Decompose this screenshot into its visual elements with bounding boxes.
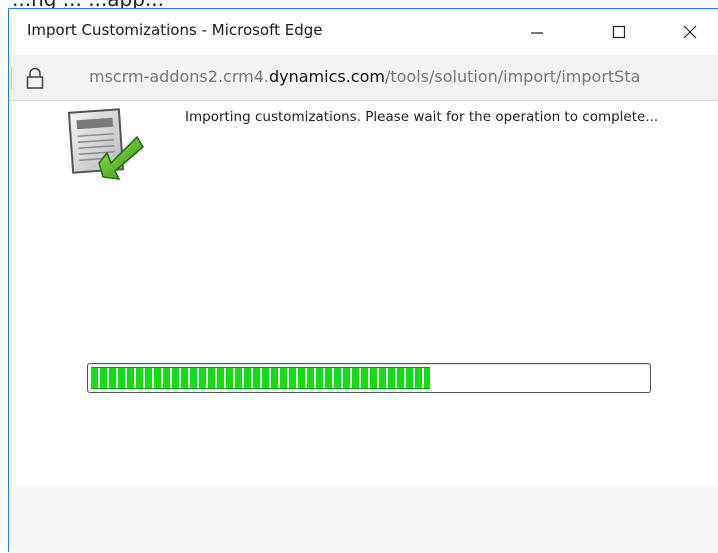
close-icon [683,25,697,39]
close-button[interactable] [667,9,713,55]
dialog-footer [9,487,718,553]
url-text[interactable]: mscrm-addons2.crm4.dynamics.com/tools/so… [89,67,640,86]
import-progress-bar [87,363,651,393]
maximize-button[interactable] [596,9,642,55]
title-bar[interactable]: Import Customizations - Microsoft Edge [9,9,718,55]
page-content: Importing customizations. Please wait fo… [9,101,718,487]
lock-icon[interactable] [25,67,45,89]
maximize-icon [612,25,626,39]
url-path: /tools/solution/import/importSta [384,67,641,86]
minimize-button[interactable] [514,9,560,55]
window-title: Import Customizations - Microsoft Edge [27,21,323,39]
minimize-icon [531,32,543,34]
progress-fill [91,367,430,389]
address-bar[interactable]: mscrm-addons2.crm4.dynamics.com/tools/so… [9,55,718,101]
edge-popup-window: Import Customizations - Microsoft Edge m… [8,8,718,553]
url-host: dynamics.com [268,67,385,86]
import-document-icon [67,108,144,180]
address-bar-divider [11,67,12,89]
status-message: Importing customizations. Please wait fo… [185,109,659,125]
url-prefix: mscrm-addons2.crm4. [89,67,269,86]
